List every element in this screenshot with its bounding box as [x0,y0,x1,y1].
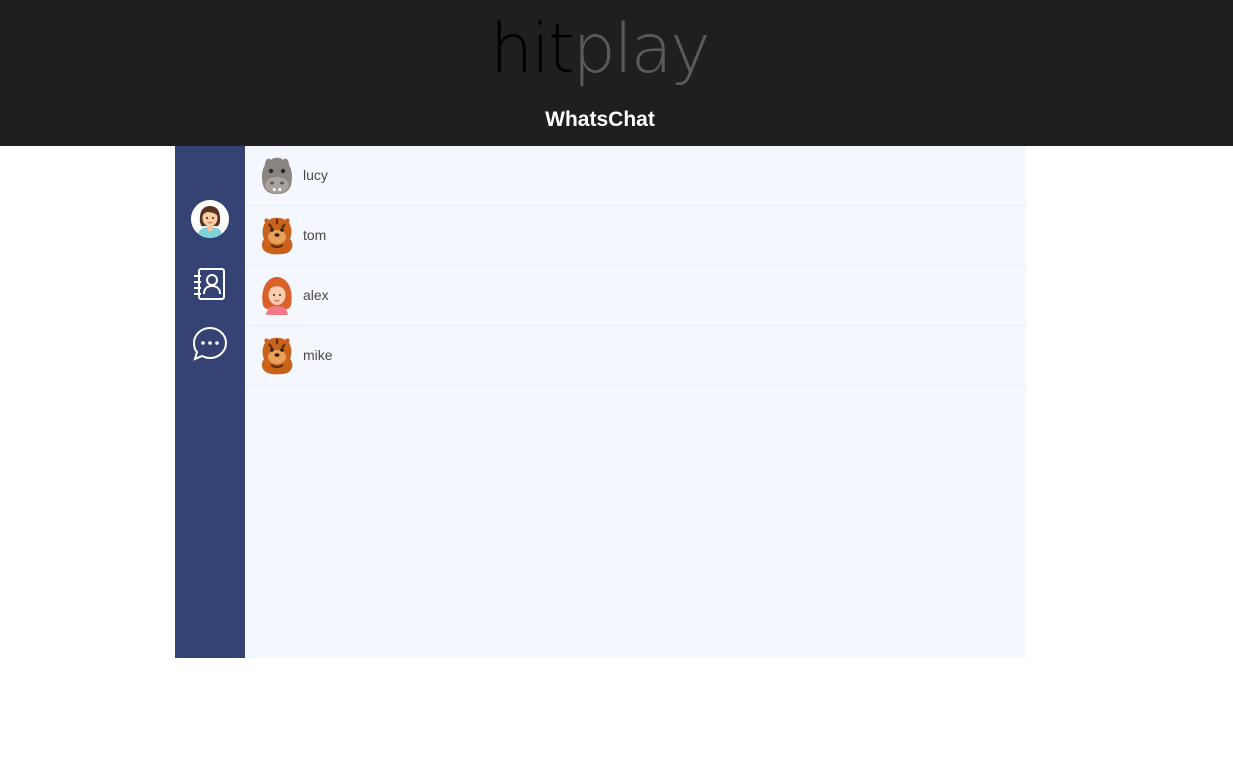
contact-name: alex [303,287,329,303]
contact-row-lucy[interactable]: lucy [245,146,1026,206]
chat-bubble-icon [192,326,228,361]
contacts-button[interactable] [192,266,228,302]
logo-part-hit: hit [490,10,575,89]
contact-name: mike [303,347,333,363]
redhead-girl-avatar-icon [262,277,292,315]
chats-button[interactable] [192,326,228,362]
hitplay-logo: hitplay [490,10,711,89]
sidebar [175,146,245,658]
app-title: WhatsChat [545,108,655,131]
profile-avatar[interactable] [191,200,229,238]
contact-list: lucy tom alex mike [245,146,1026,658]
contact-row-alex[interactable]: alex [245,266,1026,326]
hippo-avatar-icon [261,157,293,194]
tiger-avatar-icon [261,337,293,375]
logo-part-play: play [572,10,711,89]
contacts-icon [194,268,225,300]
woman-avatar-icon [191,200,229,238]
chat-app: lucy tom alex mike [175,146,1026,658]
contact-name: lucy [303,167,328,183]
top-header: hitplay WhatsChat [0,0,1233,146]
contact-name: tom [303,227,327,243]
tiger-avatar-icon [261,217,293,255]
contact-row-tom[interactable]: tom [245,206,1026,266]
contact-row-mike[interactable]: mike [245,326,1026,386]
